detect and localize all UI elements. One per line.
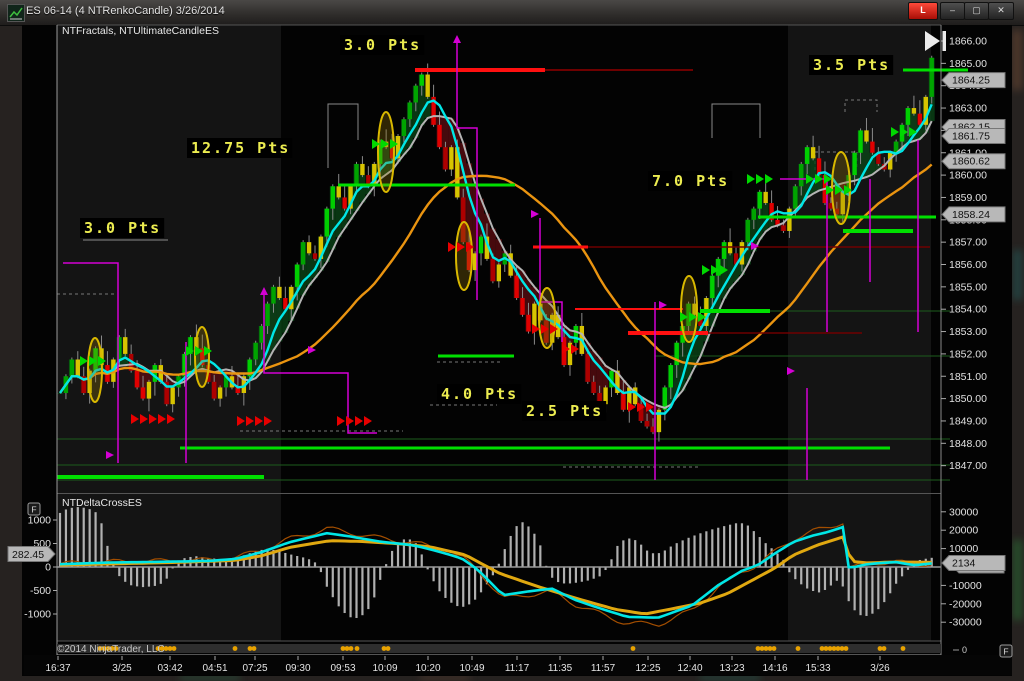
chart-drawing: 3.0 Pts 12.75 Pts 3.0 Pts 4.0 Pts 2.5 Pts 7.0…: [0, 0, 1024, 681]
svg-text:12.75 Pts: 12.75 Pts: [191, 139, 290, 157]
svg-text:10000: 10000: [949, 543, 978, 555]
svg-text:1855.00: 1855.00: [949, 281, 987, 293]
time-label: 3/26: [870, 663, 890, 674]
time-label: 13:23: [719, 663, 744, 674]
svg-text:1854.00: 1854.00: [949, 304, 987, 316]
svg-text:1860.62: 1860.62: [952, 156, 990, 168]
svg-text:0: 0: [45, 562, 51, 574]
time-label: 12:25: [635, 663, 660, 674]
panel-f-marker-top[interactable]: F: [28, 503, 40, 515]
svg-text:1853.00: 1853.00: [949, 326, 987, 338]
time-label: 15:33: [805, 663, 830, 674]
svg-text:1864.25: 1864.25: [952, 75, 990, 87]
svg-text:3.5 Pts: 3.5 Pts: [813, 56, 890, 74]
time-label: 07:25: [242, 663, 267, 674]
svg-text:2.5 Pts: 2.5 Pts: [526, 402, 603, 420]
time-label: 09:53: [330, 663, 355, 674]
svg-text:1865.00: 1865.00: [949, 58, 987, 70]
svg-text:1849.00: 1849.00: [949, 415, 987, 427]
svg-text:30000: 30000: [949, 506, 978, 518]
svg-text:2134: 2134: [952, 558, 976, 570]
svg-text:1848.00: 1848.00: [949, 438, 987, 450]
time-label: 10:09: [372, 663, 397, 674]
time-label: 12:40: [677, 663, 702, 674]
svg-text:20000: 20000: [949, 525, 978, 537]
time-label: 16:37: [45, 663, 70, 674]
svg-text:1850.00: 1850.00: [949, 393, 987, 405]
time-label: 03:42: [157, 663, 182, 674]
svg-text:3.0 Pts: 3.0 Pts: [344, 36, 421, 54]
lower-axis-right[interactable]: 300002000010000-10000-20000-3000092134: [941, 506, 1005, 628]
time-label: 3/25: [112, 663, 132, 674]
panel-f-marker-bottom[interactable]: F: [1000, 645, 1012, 657]
svg-text:1857.00: 1857.00: [949, 237, 987, 249]
signal-dot-strip: [57, 644, 941, 653]
svg-text:1859.00: 1859.00: [949, 192, 987, 204]
lower-axis-left[interactable]: 10005000-500-1000282.45: [8, 515, 57, 621]
svg-text:1856.00: 1856.00: [949, 259, 987, 271]
svg-text:4.0 Pts: 4.0 Pts: [441, 385, 518, 403]
svg-text:-10000: -10000: [949, 580, 982, 592]
time-label: 11:35: [548, 663, 573, 674]
svg-text:©2014 NinjaTrader, LLC: ©2014 NinjaTrader, LLC: [57, 644, 165, 655]
svg-text:F: F: [1003, 647, 1008, 657]
time-label: 10:49: [459, 663, 484, 674]
svg-text:7.0 Pts: 7.0 Pts: [652, 172, 729, 190]
svg-text:3.0 Pts: 3.0 Pts: [84, 219, 161, 237]
time-label: 11:57: [591, 663, 616, 674]
svg-text:1000: 1000: [28, 515, 52, 527]
time-label: 04:51: [202, 663, 227, 674]
svg-text:282.45: 282.45: [12, 549, 44, 561]
svg-text:1858.24: 1858.24: [952, 209, 990, 221]
ninjatrader-chart-window: { "window": { "title": "ES 06-14 (4 NTRe…: [0, 0, 1024, 681]
time-label: 14:16: [762, 663, 787, 674]
time-label: 10:20: [415, 663, 440, 674]
svg-text:1866.00: 1866.00: [949, 36, 987, 48]
price-axis[interactable]: 1866.001865.001864.001863.001862.001861.…: [941, 36, 1005, 473]
time-label: 11:17: [505, 663, 530, 674]
svg-text:-30000: -30000: [949, 617, 982, 629]
svg-text:0: 0: [962, 645, 967, 655]
svg-text:-20000: -20000: [949, 598, 982, 610]
svg-text:1863.00: 1863.00: [949, 103, 987, 115]
svg-text:NTFractals, NTUltimateCandleES: NTFractals, NTUltimateCandleES: [62, 25, 219, 37]
svg-text:NTDeltaCrossES: NTDeltaCrossES: [62, 497, 142, 509]
svg-text:1851.00: 1851.00: [949, 371, 987, 383]
go-to-end-icon[interactable]: [925, 31, 946, 51]
svg-text:1847.00: 1847.00: [949, 460, 987, 472]
svg-text:F: F: [31, 505, 36, 515]
svg-text:-500: -500: [30, 585, 51, 597]
time-label: 09:30: [285, 663, 310, 674]
svg-text:-1000: -1000: [24, 609, 51, 621]
svg-text:1860.00: 1860.00: [949, 170, 987, 182]
svg-text:1861.75: 1861.75: [952, 130, 990, 142]
svg-text:1852.00: 1852.00: [949, 348, 987, 360]
